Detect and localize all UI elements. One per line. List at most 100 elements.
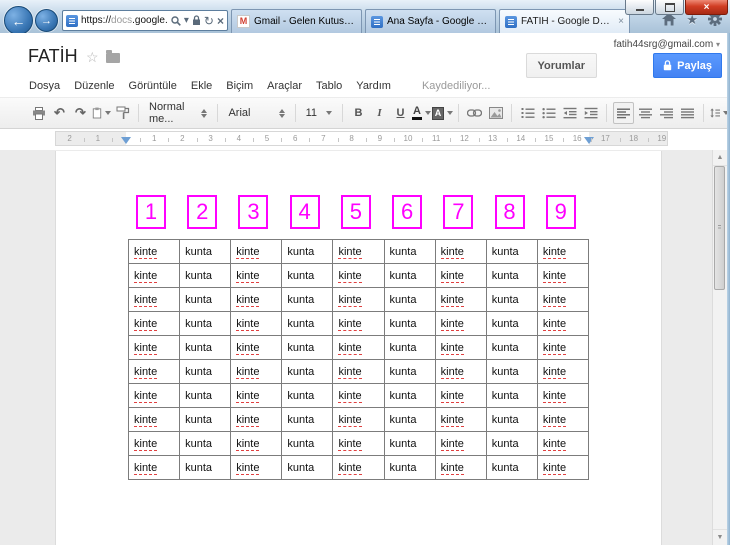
table-cell[interactable]: kunta	[485, 407, 538, 432]
menu-araclar[interactable]: Araçlar	[260, 77, 309, 95]
table-cell[interactable]: kinte	[230, 287, 283, 312]
bold-button[interactable]: B	[349, 103, 368, 123]
scroll-down-button[interactable]: ▼	[713, 529, 727, 545]
table-cell[interactable]: kunta	[383, 431, 436, 456]
column-number-box[interactable]: 9	[545, 195, 576, 229]
table-cell[interactable]: kinte	[230, 263, 283, 288]
column-number-box[interactable]: 1	[136, 195, 166, 229]
search-dropdown-icon[interactable]: ▾	[184, 15, 189, 26]
table-cell[interactable]: kinte	[536, 455, 590, 480]
table-cell[interactable]: kinte	[127, 431, 181, 456]
table-cell[interactable]: kunta	[179, 335, 232, 360]
table-cell[interactable]: kunta	[179, 455, 232, 480]
table-cell[interactable]: kunta	[179, 407, 232, 432]
table-cell[interactable]: kunta	[281, 407, 334, 432]
table-cell[interactable]: kinte	[434, 383, 487, 408]
table-cell[interactable]: kinte	[434, 335, 487, 360]
table-cell[interactable]: kinte	[332, 287, 385, 312]
italic-button[interactable]: I	[370, 103, 389, 123]
table-cell[interactable]: kunta	[485, 287, 538, 312]
table-cell[interactable]: kunta	[383, 239, 436, 264]
table-cell[interactable]: kinte	[127, 455, 181, 480]
paint-format-icon[interactable]	[113, 103, 132, 123]
table-cell[interactable]: kinte	[434, 431, 487, 456]
column-number-box[interactable]: 6	[392, 195, 423, 229]
search-icon[interactable]	[171, 15, 181, 26]
forward-button[interactable]: →	[35, 9, 58, 32]
table-cell[interactable]: kinte	[127, 359, 181, 384]
table-cell[interactable]: kunta	[485, 455, 538, 480]
menu-ekle[interactable]: Ekle	[184, 77, 219, 95]
table-cell[interactable]: kinte	[332, 383, 385, 408]
table-cell[interactable]: kunta	[383, 263, 436, 288]
table-cell[interactable]: kinte	[127, 263, 181, 288]
table-cell[interactable]: kinte	[127, 335, 181, 360]
paste-icon[interactable]	[92, 103, 111, 123]
menu-goruntule[interactable]: Görüntüle	[122, 77, 184, 95]
table-cell[interactable]: kinte	[536, 287, 590, 312]
table-cell[interactable]: kunta	[485, 311, 538, 336]
table-cell[interactable]: kunta	[281, 383, 334, 408]
back-button[interactable]: ←	[4, 6, 33, 35]
comments-button[interactable]: Yorumlar	[525, 53, 597, 78]
align-left-icon[interactable]	[613, 102, 634, 124]
table-cell[interactable]: kunta	[179, 263, 232, 288]
folder-icon[interactable]	[106, 50, 120, 63]
table-cell[interactable]: kinte	[127, 239, 181, 264]
table-cell[interactable]: kinte	[434, 263, 487, 288]
table-cell[interactable]: kinte	[536, 263, 590, 288]
tab-ana-sayfa[interactable]: Ana Sayfa - Google Doküm...	[365, 9, 496, 33]
table-cell[interactable]: kinte	[536, 407, 590, 432]
table-cell[interactable]: kinte	[230, 431, 283, 456]
table-cell[interactable]: kinte	[332, 359, 385, 384]
share-button[interactable]: Paylaş	[653, 53, 722, 78]
table-cell[interactable]: kunta	[281, 311, 334, 336]
close-button[interactable]: ×	[685, 0, 728, 15]
account-menu[interactable]: fatih44srg@gmail.com ▾	[614, 39, 720, 50]
table-cell[interactable]: kunta	[179, 383, 232, 408]
address-bar[interactable]: https://docs.google.c... ▾ ↻ ×	[62, 10, 228, 31]
column-number-box[interactable]: 2	[187, 195, 218, 229]
table-cell[interactable]: kinte	[127, 407, 181, 432]
vertical-scrollbar[interactable]: ▲ ▼	[712, 150, 727, 545]
outdent-icon[interactable]	[560, 103, 579, 123]
table-cell[interactable]: kunta	[281, 431, 334, 456]
table-cell[interactable]: kunta	[383, 407, 436, 432]
highlight-color-button[interactable]: A	[431, 103, 454, 123]
text-color-button[interactable]: A	[412, 103, 431, 123]
table-cell[interactable]: kunta	[281, 239, 334, 264]
font-size-dropdown[interactable]: 11	[301, 103, 337, 123]
link-icon[interactable]	[465, 103, 484, 123]
right-indent-marker[interactable]	[584, 137, 594, 144]
document-title[interactable]: FATİH	[28, 46, 78, 67]
font-family-dropdown[interactable]: Arial	[223, 103, 289, 123]
table-cell[interactable]: kinte	[536, 239, 590, 264]
table-cell[interactable]: kunta	[485, 335, 538, 360]
table-cell[interactable]: kunta	[383, 311, 436, 336]
table-cell[interactable]: kinte	[434, 455, 487, 480]
indent-icon[interactable]	[581, 103, 600, 123]
tab-gmail[interactable]: M Gmail - Gelen Kutusu (5) - f...	[231, 9, 362, 33]
table-cell[interactable]: kinte	[434, 359, 487, 384]
scroll-up-button[interactable]: ▲	[713, 150, 727, 166]
table-cell[interactable]: kinte	[434, 311, 487, 336]
column-number-box[interactable]: 3	[238, 195, 269, 229]
table-cell[interactable]: kinte	[434, 407, 487, 432]
table-cell[interactable]: kunta	[281, 455, 334, 480]
table-cell[interactable]: kinte	[536, 359, 590, 384]
justify-icon[interactable]	[678, 103, 697, 123]
table-cell[interactable]: kinte	[332, 311, 385, 336]
menu-yardim[interactable]: Yardım	[349, 77, 398, 95]
table-cell[interactable]: kinte	[536, 383, 590, 408]
table-cell[interactable]: kinte	[536, 311, 590, 336]
table-cell[interactable]: kunta	[179, 287, 232, 312]
maximize-button[interactable]	[655, 0, 684, 15]
table-cell[interactable]: kinte	[434, 239, 487, 264]
paragraph-style-dropdown[interactable]: Normal me...	[144, 101, 212, 125]
table-cell[interactable]: kunta	[383, 359, 436, 384]
table-cell[interactable]: kunta	[179, 311, 232, 336]
table-cell[interactable]: kinte	[230, 455, 283, 480]
table-cell[interactable]: kinte	[536, 335, 590, 360]
table-cell[interactable]: kinte	[127, 287, 181, 312]
table-cell[interactable]: kunta	[281, 359, 334, 384]
